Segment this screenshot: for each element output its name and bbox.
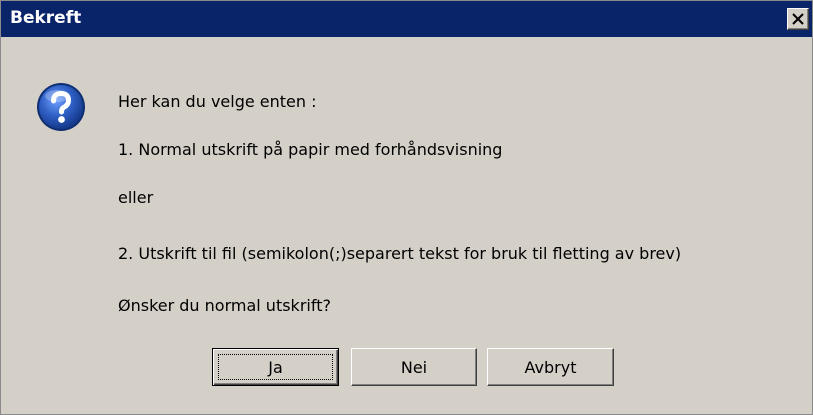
yes-button-label: Ja bbox=[268, 357, 283, 377]
message-line-or: eller bbox=[118, 188, 154, 207]
message-line-intro: Her kan du velge enten : bbox=[118, 92, 317, 111]
dialog-title: Bekreft bbox=[10, 8, 82, 28]
message-line-question: Ønsker du normal utskrift? bbox=[118, 296, 331, 315]
question-icon bbox=[37, 83, 85, 131]
yes-button[interactable]: Ja bbox=[212, 348, 339, 386]
title-bar[interactable]: Bekreft bbox=[1, 1, 812, 37]
no-button[interactable]: Nei bbox=[351, 348, 477, 386]
cancel-button[interactable]: Avbryt bbox=[487, 348, 614, 386]
close-button[interactable] bbox=[787, 8, 809, 30]
close-icon bbox=[792, 13, 804, 25]
confirm-dialog: Bekreft Her kan du velge enten : 1. Norm… bbox=[0, 0, 813, 415]
message-line-option-1: 1. Normal utskrift på papir med forhånds… bbox=[118, 140, 503, 159]
cancel-button-label: Avbryt bbox=[524, 357, 577, 377]
message-line-option-2: 2. Utskrift til fil (semikolon(;)separer… bbox=[118, 244, 682, 263]
no-button-label: Nei bbox=[400, 357, 428, 377]
